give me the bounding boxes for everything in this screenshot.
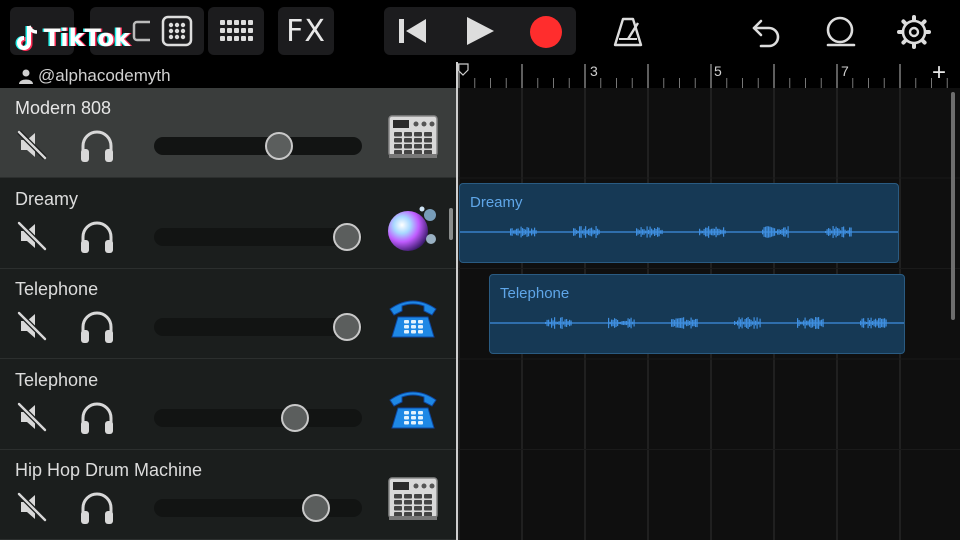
volume-slider[interactable] xyxy=(154,132,362,160)
drum-machine-icon[interactable] xyxy=(384,110,442,162)
track-header[interactable]: Hip Hop Drum Machine xyxy=(0,450,456,540)
headphones-icon[interactable] xyxy=(78,128,116,164)
mute-icon[interactable] xyxy=(15,128,49,162)
tiktok-watermark: TikTok xyxy=(14,18,130,58)
ruler-ticks xyxy=(457,63,948,88)
person-icon xyxy=(19,69,33,84)
volume-knob[interactable] xyxy=(264,132,293,160)
track-headers: Modern 808 Dreamy Telephone Telephone Hip Ho… xyxy=(0,88,456,540)
track-name: Modern 808 xyxy=(15,98,112,118)
headphones-icon[interactable] xyxy=(78,219,116,255)
top-toolbar: FX xyxy=(0,0,960,62)
region-label: Dreamy xyxy=(470,194,523,211)
rewind-icon[interactable] xyxy=(396,17,430,45)
volume-slider[interactable] xyxy=(154,222,362,251)
region-telephone[interactable]: Telephone xyxy=(489,274,905,354)
play-icon[interactable] xyxy=(464,16,496,46)
settings-button[interactable] xyxy=(892,10,936,54)
timeline-scrollbar[interactable] xyxy=(951,92,955,320)
volume-knob[interactable] xyxy=(281,403,310,432)
headphones-icon[interactable] xyxy=(78,400,116,436)
volume-knob[interactable] xyxy=(302,494,331,522)
tiktok-logo-icon xyxy=(15,25,38,51)
volume-knob[interactable] xyxy=(333,313,362,341)
bar-marker-5: 5 xyxy=(714,63,722,79)
mute-icon[interactable] xyxy=(15,309,49,343)
track-name: Dreamy xyxy=(15,188,79,209)
telephone-icon[interactable] xyxy=(384,382,442,434)
mixer-grid-icon xyxy=(220,20,253,41)
headphones-icon[interactable] xyxy=(78,309,116,345)
volume-knob[interactable] xyxy=(333,222,362,251)
volume-slider[interactable] xyxy=(154,313,362,341)
add-section-button[interactable]: + xyxy=(932,59,946,87)
mixer-button[interactable] xyxy=(208,7,264,55)
mute-icon[interactable] xyxy=(15,219,49,253)
waveform xyxy=(460,226,898,238)
bar-marker-3: 3 xyxy=(590,63,598,79)
transport-controls xyxy=(384,7,576,55)
volume-slider[interactable] xyxy=(154,494,362,522)
record-icon[interactable] xyxy=(528,14,564,50)
track-header[interactable]: Dreamy xyxy=(0,179,456,269)
track-header[interactable]: Modern 808 xyxy=(0,88,456,178)
grid-view-button[interactable] xyxy=(150,7,204,55)
undo-icon xyxy=(752,19,780,48)
region-label: Telephone xyxy=(500,285,570,302)
volume-slider[interactable] xyxy=(154,403,362,432)
tiktok-brand: TikTok xyxy=(44,24,131,52)
drum-machine-icon[interactable] xyxy=(384,472,442,524)
metronome-icon xyxy=(613,17,643,47)
handle-text: @alphacodemyth xyxy=(38,66,171,85)
bubble-synth-icon[interactable] xyxy=(384,201,442,253)
loop-icon xyxy=(826,16,856,47)
timeline-grid[interactable]: Dreamy Telephone xyxy=(458,88,960,540)
grid-view-icon xyxy=(161,15,193,47)
loop-button[interactable] xyxy=(818,10,862,54)
track-header[interactable]: Telephone xyxy=(0,269,456,359)
mute-icon[interactable] xyxy=(15,490,49,524)
metronome-button[interactable] xyxy=(606,10,650,54)
headphones-icon[interactable] xyxy=(78,490,116,526)
track-name: Telephone xyxy=(15,369,99,390)
gear-icon xyxy=(897,15,931,49)
fx-label: FX xyxy=(286,13,326,49)
track-name: Hip Hop Drum Machine xyxy=(15,460,203,480)
bar-marker-7: 7 xyxy=(841,63,849,79)
creator-handle: @alphacodemyth xyxy=(18,66,171,86)
timeline-ruler[interactable]: 3 5 7 + xyxy=(457,59,960,88)
mute-icon[interactable] xyxy=(15,400,49,434)
region-dreamy[interactable]: Dreamy xyxy=(459,183,899,263)
track-header[interactable]: Telephone xyxy=(0,360,456,450)
tracks-scrollbar[interactable] xyxy=(449,208,453,240)
track-name: Telephone xyxy=(15,279,99,299)
telephone-icon[interactable] xyxy=(384,291,442,343)
fx-button[interactable]: FX xyxy=(278,7,334,55)
undo-button[interactable] xyxy=(744,10,788,54)
